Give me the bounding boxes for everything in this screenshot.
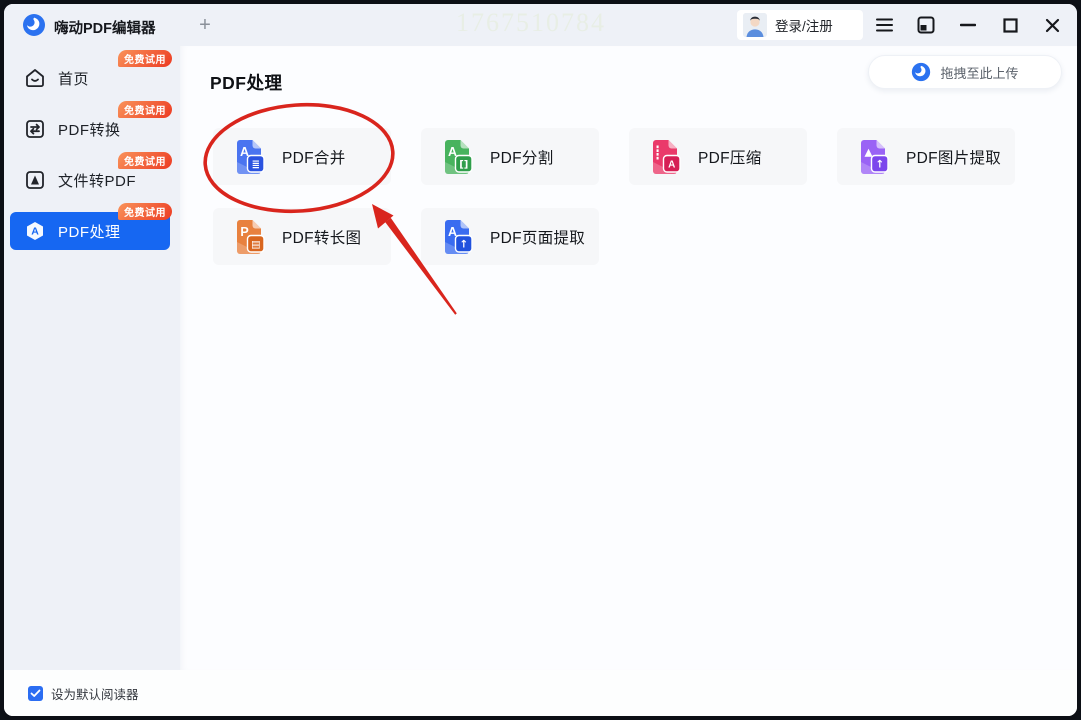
drag-upload-button[interactable]: 拖拽至此上传	[868, 55, 1062, 89]
free-trial-badge: 免费试用	[118, 101, 172, 118]
pdf-compress-icon: ┋ A	[653, 139, 681, 174]
card-pdf-split[interactable]: A [] PDF分割	[421, 128, 599, 185]
pdf-to-long-image-icon: P ▤	[237, 219, 265, 254]
pdf-image-extract-icon: ▲ ↑	[861, 139, 889, 174]
titlebar: 嗨动PDF编辑器 + 1767510784 登录/注册	[4, 4, 1077, 46]
login-label: 登录/注册	[775, 19, 833, 34]
pdf-split-icon: A []	[445, 139, 473, 174]
card-label: PDF压缩	[698, 149, 762, 167]
card-pdf-page-extract[interactable]: A ↑ PDF页面提取	[421, 208, 599, 265]
pdf-convert-icon	[26, 120, 44, 138]
main-content: PDF处理 拖拽至此上传 A ≣ PDF合并 A [] PDF分割 ┋ A PD…	[180, 46, 1077, 670]
svg-text:↑: ↑	[459, 238, 468, 250]
default-reader-label: 设为默认阅读器	[51, 688, 139, 702]
free-trial-badge: 免费试用	[118, 50, 172, 67]
drag-upload-label: 拖拽至此上传	[940, 65, 1019, 81]
footer-bar: 设为默认阅读器	[4, 670, 1077, 716]
card-pdf-to-long-image[interactable]: P ▤ PDF转长图	[213, 208, 391, 265]
sidebar-item-label: 首页	[58, 70, 90, 88]
app-window: 嗨动PDF编辑器 + 1767510784 登录/注册 免费试用 首页 免费试用…	[4, 4, 1077, 716]
svg-text:A: A	[668, 159, 675, 170]
layout-panel-icon[interactable]	[911, 10, 941, 40]
home-icon	[26, 69, 44, 87]
minimize-button[interactable]	[953, 10, 983, 40]
page-title: PDF处理	[210, 73, 283, 93]
svg-text:▤: ▤	[251, 239, 260, 250]
sidebar-item-label: 文件转PDF	[58, 172, 137, 190]
card-label: PDF合并	[282, 149, 346, 167]
maximize-button[interactable]	[995, 10, 1025, 40]
card-pdf-image-extract[interactable]: ▲ ↑ PDF图片提取	[837, 128, 1015, 185]
menu-hamburger-icon[interactable]	[869, 10, 899, 40]
close-button[interactable]	[1037, 10, 1067, 40]
svg-text:┋: ┋	[654, 145, 662, 161]
svg-text:A: A	[31, 226, 39, 238]
pdf-process-icon: A	[27, 222, 43, 240]
watermark-text: 1767510784	[456, 8, 606, 37]
card-label: PDF转长图	[282, 229, 362, 247]
card-label: PDF图片提取	[906, 149, 1002, 167]
window-controls	[869, 4, 1067, 46]
avatar	[743, 13, 767, 37]
sidebar-item-label: PDF处理	[58, 223, 121, 241]
sidebar: 免费试用 首页 免费试用 PDF转换 免费试用 文件转PDF 免费试用 A PD…	[4, 46, 180, 670]
card-label: PDF分割	[490, 149, 554, 167]
upload-logo-icon	[912, 62, 931, 82]
free-trial-badge: 免费试用	[118, 203, 172, 220]
card-pdf-merge[interactable]: A ≣ PDF合并	[213, 128, 391, 185]
pdf-merge-icon: A ≣	[237, 139, 265, 174]
file-to-pdf-icon	[26, 171, 44, 189]
checkbox-checked-icon[interactable]	[28, 686, 43, 701]
svg-text:[]: []	[459, 159, 468, 170]
default-reader-toggle[interactable]: 设为默认阅读器	[28, 684, 139, 703]
card-label: PDF页面提取	[490, 229, 586, 247]
sidebar-item-label: PDF转换	[58, 121, 121, 139]
free-trial-badge: 免费试用	[118, 152, 172, 169]
app-window-frame: 嗨动PDF编辑器 + 1767510784 登录/注册 免费试用 首页 免费试用…	[0, 0, 1081, 720]
svg-text:≣: ≣	[252, 159, 260, 170]
card-pdf-compress[interactable]: ┋ A PDF压缩	[629, 128, 807, 185]
new-tab-button[interactable]: +	[192, 12, 218, 38]
pdf-page-extract-icon: A ↑	[445, 219, 473, 254]
svg-text:↑: ↑	[875, 158, 884, 170]
app-title: 嗨动PDF编辑器	[54, 21, 156, 37]
login-button[interactable]: 登录/注册	[737, 10, 863, 40]
app-logo-icon	[23, 14, 45, 36]
